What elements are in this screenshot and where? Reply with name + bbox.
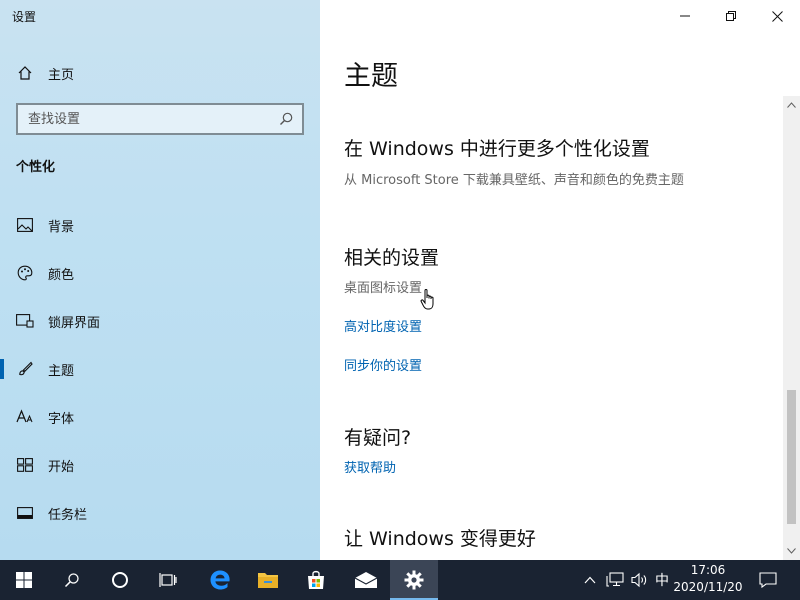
sync-settings-link[interactable]: 同步你的设置 xyxy=(344,355,422,374)
clock[interactable]: 17:06 2020/11/20 xyxy=(672,562,744,598)
image-icon xyxy=(16,216,34,234)
search-box xyxy=(16,103,304,135)
show-hidden-icons-button[interactable] xyxy=(580,560,600,600)
file-explorer-button[interactable] xyxy=(244,560,292,600)
network-status-button[interactable] xyxy=(604,560,626,600)
questions-heading: 有疑问? xyxy=(344,427,412,449)
clock-date: 2020/11/20 xyxy=(673,580,743,594)
home-icon xyxy=(16,64,34,82)
gear-icon xyxy=(404,570,424,590)
sidebar-item-background[interactable]: 背景 xyxy=(0,205,320,245)
section-heading: 个性化 xyxy=(16,160,56,175)
restore-icon xyxy=(726,11,736,21)
sidebar-item-label: 字体 xyxy=(48,411,75,427)
microsoft-store-button[interactable] xyxy=(292,560,340,600)
settings-app-button[interactable] xyxy=(390,560,438,600)
edge-browser-button[interactable] xyxy=(196,560,244,600)
get-help-link[interactable]: 获取帮助 xyxy=(344,457,396,476)
scroll-up-arrow[interactable] xyxy=(783,98,800,112)
high-contrast-settings-link[interactable]: 高对比度设置 xyxy=(344,316,422,335)
windows-logo-icon xyxy=(16,572,32,588)
sidebar-item-themes[interactable]: 主题 xyxy=(0,349,320,389)
close-button[interactable] xyxy=(754,0,800,32)
chevron-up-icon xyxy=(584,576,596,584)
sidebar-item-home[interactable]: 主页 xyxy=(0,53,320,93)
speaker-icon xyxy=(631,572,647,588)
taskbar-search-button[interactable] xyxy=(48,560,96,600)
sidebar-item-lock-screen[interactable]: 锁屏界面 xyxy=(0,301,320,341)
sidebar-item-label: 开始 xyxy=(48,459,75,475)
search-icon[interactable] xyxy=(278,111,294,131)
task-view-icon xyxy=(159,573,177,587)
clock-time: 17:06 xyxy=(690,563,726,577)
app-title: 设置 xyxy=(12,10,37,24)
taskbar: 中 17:06 2020/11/20 xyxy=(0,560,800,600)
cortana-icon xyxy=(112,572,128,588)
scroll-down-arrow[interactable] xyxy=(783,544,800,558)
sidebar-item-label: 主页 xyxy=(48,67,75,83)
taskbar-icon xyxy=(16,504,34,522)
start-grid-icon xyxy=(16,456,34,474)
sidebar-item-taskbar[interactable]: 任务栏 xyxy=(0,493,320,533)
task-view-button[interactable] xyxy=(144,560,192,600)
page-title: 主题 xyxy=(344,61,398,92)
sidebar-item-fonts[interactable]: 字体 xyxy=(0,397,320,437)
cortana-button[interactable] xyxy=(96,560,144,600)
font-icon xyxy=(16,408,34,426)
store-bag-icon xyxy=(308,570,324,589)
notification-icon xyxy=(759,572,777,588)
search-icon xyxy=(64,573,79,588)
personalize-description: 从 Microsoft Store 下载兼具壁纸、声音和颜色的免费主题 xyxy=(344,173,684,188)
minimize-button[interactable] xyxy=(662,0,708,32)
action-center-button[interactable] xyxy=(752,560,784,600)
sidebar-item-start[interactable]: 开始 xyxy=(0,445,320,485)
sidebar-item-label: 主题 xyxy=(48,363,75,379)
brush-icon xyxy=(16,360,34,378)
edge-icon xyxy=(210,570,230,590)
mail-icon xyxy=(354,572,378,588)
sidebar: 设置 主页 个性化 背景 颜色 锁屏界面 主题 xyxy=(0,0,320,560)
lock-screen-icon xyxy=(16,312,34,330)
active-indicator xyxy=(0,359,4,379)
desktop-icon-settings-link[interactable]: 桌面图标设置 xyxy=(344,277,422,296)
palette-icon xyxy=(16,264,34,282)
scrollbar[interactable] xyxy=(783,96,800,560)
sidebar-item-label: 锁屏界面 xyxy=(48,315,101,331)
personalize-heading: 在 Windows 中进行更多个性化设置 xyxy=(344,138,650,160)
sidebar-item-label: 任务栏 xyxy=(48,507,88,523)
hand-cursor-icon xyxy=(420,288,438,316)
sidebar-item-label: 颜色 xyxy=(48,267,75,283)
start-button[interactable] xyxy=(0,560,48,600)
sidebar-item-colors[interactable]: 颜色 xyxy=(0,253,320,293)
folder-icon xyxy=(258,573,278,588)
volume-button[interactable] xyxy=(628,560,652,600)
mail-button[interactable] xyxy=(342,560,390,600)
scroll-thumb[interactable] xyxy=(787,390,796,524)
sidebar-item-label: 背景 xyxy=(48,219,75,235)
related-settings-heading: 相关的设置 xyxy=(344,247,440,269)
search-input[interactable] xyxy=(18,106,268,132)
ime-indicator[interactable]: 中 xyxy=(652,560,672,600)
minimize-icon xyxy=(680,15,690,17)
restore-button[interactable] xyxy=(708,0,754,32)
close-icon xyxy=(771,10,783,22)
content-pane: 主题 在 Windows 中进行更多个性化设置 从 Microsoft Stor… xyxy=(320,0,800,560)
network-icon xyxy=(606,572,624,587)
make-windows-better-heading: 让 Windows 变得更好 xyxy=(344,528,536,550)
